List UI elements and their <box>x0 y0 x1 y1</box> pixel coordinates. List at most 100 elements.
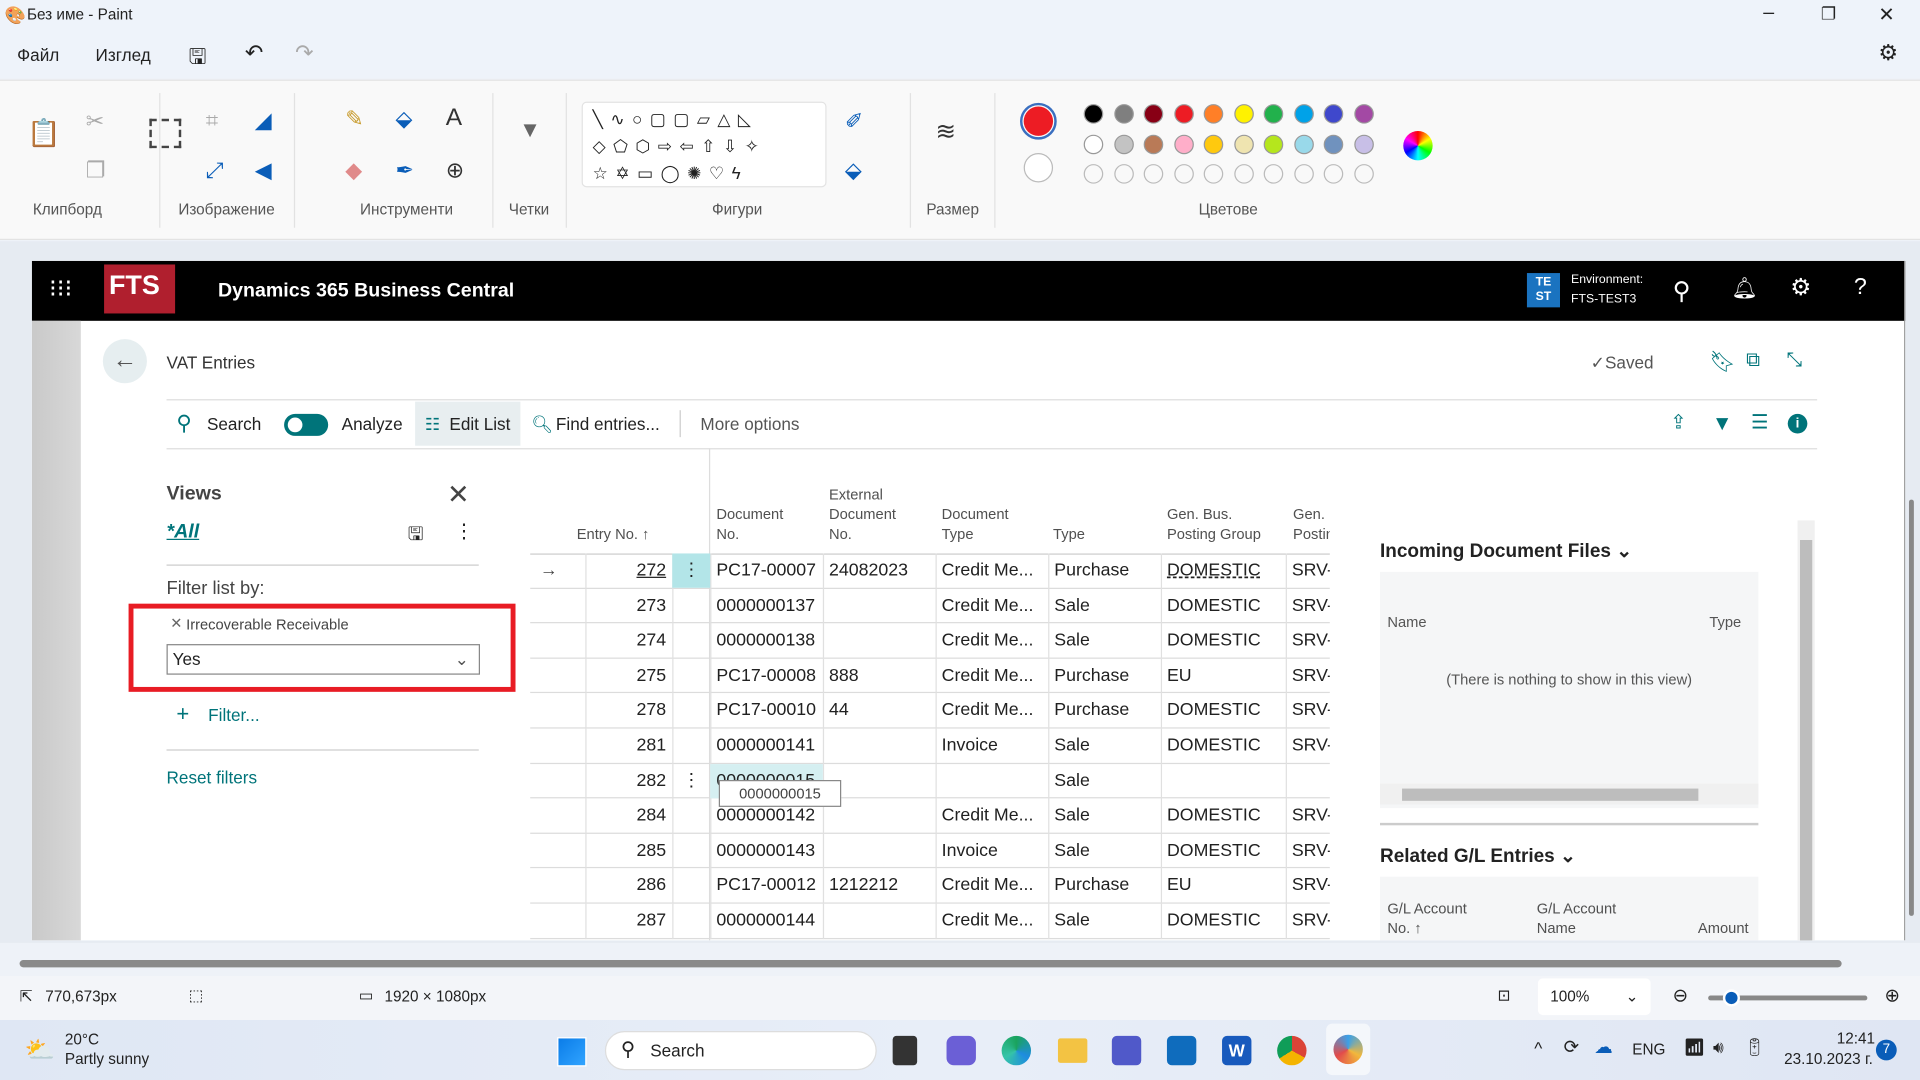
cell-doc[interactable]: 0000000144 <box>710 904 823 938</box>
save-view-icon[interactable]: 🖫 <box>408 522 424 553</box>
custom-color-slot[interactable] <box>1353 164 1374 184</box>
teams-chat-icon[interactable] <box>946 1035 976 1066</box>
close-views-icon[interactable]: ✕ <box>447 479 470 511</box>
help-icon[interactable]: ? <box>1854 274 1867 301</box>
row-actions-icon[interactable]: ⋮ <box>672 764 710 798</box>
secondary-color[interactable] <box>1023 153 1054 183</box>
back-button[interactable]: ← <box>102 339 147 384</box>
share-icon[interactable]: ⇪ <box>1670 400 1686 447</box>
cell-entry[interactable]: 278 <box>585 694 672 728</box>
edge-icon[interactable] <box>1001 1035 1032 1066</box>
color-picker-icon[interactable]: ✒ <box>396 159 414 181</box>
menu-view[interactable]: Изглед <box>96 45 151 65</box>
sync-icon[interactable]: ⟳ <box>1564 1036 1579 1058</box>
fill-icon[interactable]: ⬙ <box>396 108 413 130</box>
palette-color-swatch[interactable] <box>1203 134 1224 155</box>
crop-icon[interactable]: ⌗ <box>206 109 218 131</box>
palette-color-swatch[interactable] <box>1113 134 1134 155</box>
cell-doc[interactable]: PC17-00007 <box>710 553 823 587</box>
cell-doc[interactable]: PC17-00012 <box>710 869 823 903</box>
resize-icon[interactable]: ⤢ <box>206 159 224 181</box>
size-icon[interactable]: ≋ <box>936 120 957 144</box>
custom-color-slot[interactable] <box>1113 164 1134 184</box>
magnifier-icon[interactable]: ⊕ <box>446 159 464 181</box>
cell-entry[interactable]: 285 <box>585 834 672 868</box>
cell-entry[interactable]: 286 <box>585 869 672 903</box>
palette-color-swatch[interactable] <box>1323 104 1344 124</box>
filter-icon[interactable]: ▼ <box>1712 400 1733 447</box>
canvas-horizontal-scrollbar[interactable] <box>7 958 1903 970</box>
col-type[interactable]: Type <box>1053 524 1085 544</box>
rotate-icon[interactable]: ◢ <box>255 109 272 131</box>
fit-icon[interactable]: ⊡ <box>1498 986 1511 1004</box>
pencil-icon[interactable]: ✎ <box>345 108 363 130</box>
chrome-icon[interactable] <box>1277 1035 1307 1066</box>
onedrive-icon[interactable]: ☁ <box>1594 1036 1612 1058</box>
cell-entry[interactable]: 287 <box>585 904 672 938</box>
custom-color-slot[interactable] <box>1293 164 1314 184</box>
settings-gear-icon[interactable]: ⚙ <box>1878 40 1898 66</box>
file-explorer-icon[interactable] <box>1057 1038 1088 1063</box>
col-document-type[interactable]: Document Type <box>942 504 1009 543</box>
cell-entry[interactable]: 274 <box>585 623 672 657</box>
app-launcher-icon[interactable]: ⁝⁝⁝ <box>49 273 72 304</box>
zoom-in-icon[interactable]: ⊕ <box>1884 984 1899 1007</box>
custom-color-slot[interactable] <box>1173 164 1194 184</box>
cell-doc[interactable]: 0000000141 <box>710 729 823 763</box>
palette-color-swatch[interactable] <box>1233 104 1254 124</box>
clock-date[interactable]: 23.10.2023 г. <box>1784 1051 1873 1068</box>
add-filter-link[interactable]: Filter... <box>208 705 259 725</box>
analyze-toggle[interactable] <box>284 413 329 436</box>
horizontal-scrollbar[interactable] <box>1380 783 1759 805</box>
cell-entry[interactable]: 281 <box>585 729 672 763</box>
task-view-icon[interactable] <box>892 1035 918 1066</box>
cut-icon[interactable]: ✂ <box>86 110 104 132</box>
palette-color-swatch[interactable] <box>1263 104 1284 124</box>
search-button[interactable]: Search <box>207 400 261 447</box>
paste-icon[interactable]: 📋 <box>27 119 61 147</box>
palette-color-swatch[interactable] <box>1263 134 1284 155</box>
notification-badge[interactable]: 7 <box>1875 1039 1897 1061</box>
redo-icon[interactable]: ↷ <box>295 40 313 66</box>
custom-color-slot[interactable] <box>1083 164 1104 184</box>
col-external-document-no[interactable]: External Document No. <box>829 485 896 544</box>
custom-color-slot[interactable] <box>1143 164 1164 184</box>
palette-color-swatch[interactable] <box>1083 134 1104 155</box>
canvas-image[interactable]: ⁝⁝⁝ FTS Dynamics 365 Business Central TE… <box>31 260 1906 941</box>
open-new-window-icon[interactable]: ⧉ <box>1746 350 1760 372</box>
view-all[interactable]: *All <box>167 522 200 544</box>
custom-color-slot[interactable] <box>1203 164 1224 184</box>
cell-entry[interactable]: 282 <box>585 764 672 798</box>
custom-color-slot[interactable] <box>1233 164 1254 184</box>
brushes-icon[interactable]: ▼ <box>519 119 541 141</box>
col-gen-bus-posting-group[interactable]: Gen. Bus. Posting Group <box>1167 504 1261 543</box>
cell-entry[interactable]: 284 <box>585 799 672 833</box>
shape-fill-icon[interactable]: ⬙ <box>845 159 862 181</box>
remove-filter-icon[interactable]: ✕ <box>170 615 182 632</box>
weather-icon[interactable]: ⛅ <box>24 1035 54 1066</box>
view-more-icon[interactable]: ⋮ <box>454 519 474 543</box>
incoming-doc-files-title[interactable]: Incoming Document Files ⌄ <box>1380 540 1632 563</box>
custom-color-slot[interactable] <box>1263 164 1284 184</box>
battery-icon[interactable]: 🔋︎ <box>1744 1037 1766 1058</box>
flip-icon[interactable]: ◀ <box>255 159 272 181</box>
palette-color-swatch[interactable] <box>1113 104 1134 124</box>
menu-file[interactable]: Файл <box>17 45 59 65</box>
row-actions-icon[interactable]: ⋮ <box>672 553 711 588</box>
palette-color-swatch[interactable] <box>1173 134 1194 155</box>
col-gen-prod-posting-group[interactable]: Gen.Postin <box>1293 504 1330 543</box>
start-button[interactable] <box>557 1037 587 1067</box>
paint-taskbar-icon[interactable] <box>1326 1023 1371 1076</box>
edit-list-button[interactable]: ☷ Edit List <box>415 401 521 446</box>
cell-doc[interactable]: 0000000143 <box>710 834 823 868</box>
cell-entry[interactable]: 272 <box>585 553 672 587</box>
outline-icon[interactable]: ✐ <box>845 110 863 132</box>
palette-color-swatch[interactable] <box>1203 104 1224 124</box>
info-icon[interactable]: i <box>1787 413 1808 434</box>
palette-color-swatch[interactable] <box>1353 134 1374 155</box>
related-gl-entries-title[interactable]: Related G/L Entries ⌄ <box>1380 845 1576 868</box>
taskbar-search[interactable]: ⚲ Search <box>604 1031 877 1071</box>
edit-colors-icon[interactable] <box>1403 131 1433 161</box>
filter-value-select[interactable]: Yes ⌄ <box>166 644 481 675</box>
primary-color[interactable] <box>1020 102 1057 140</box>
